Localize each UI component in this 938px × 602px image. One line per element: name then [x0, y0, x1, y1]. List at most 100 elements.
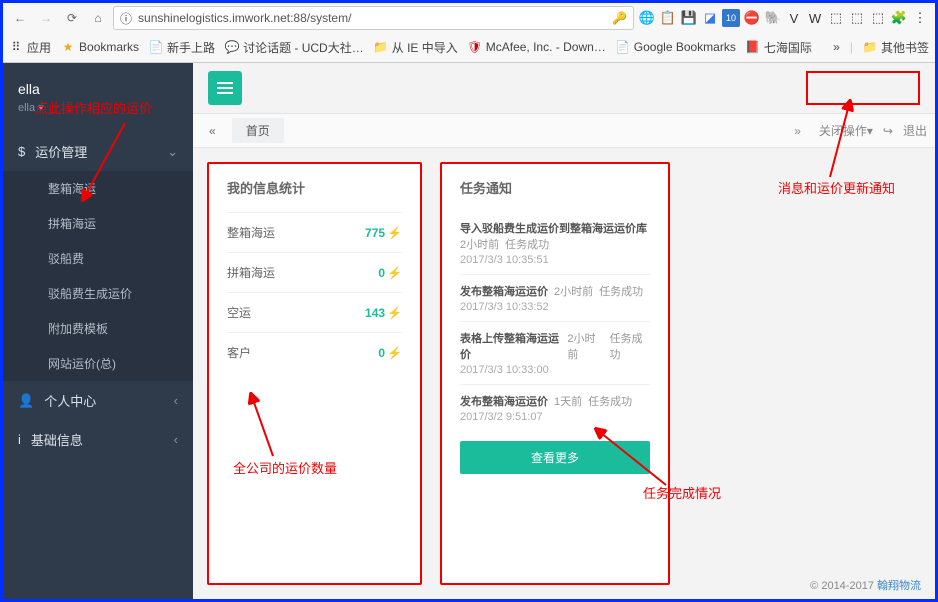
footer-link[interactable]: 翰翔物流: [877, 580, 921, 592]
stat-label: 客户: [227, 344, 251, 361]
home-button[interactable]: ⌂: [87, 7, 109, 29]
notice-panel: 任务通知 导入驳船费生成运价到整箱海运运价库 2小时前 任务成功 2017/3/…: [440, 162, 670, 585]
bookmark-item[interactable]: 📄Google Bookmarks: [616, 40, 736, 54]
extension-icons: 🌐 📋 💾 ◪ 10 ⛔ 🐘 V W ⬚ ⬚ ⬚ 🧩 ⋮: [638, 9, 929, 27]
menu-label: 个人中心: [44, 391, 96, 410]
user-name: ella: [18, 81, 178, 97]
menu-rate-management[interactable]: $ 运价管理 ⌄: [3, 132, 193, 171]
back-button[interactable]: ←: [9, 7, 31, 29]
notice-status: 任务成功: [609, 330, 650, 362]
stat-value: 0: [378, 266, 385, 280]
notice-time: 2017/3/3 10:35:51: [460, 254, 650, 266]
notice-text: 表格上传整箱海运运价: [460, 330, 561, 362]
ext-icon[interactable]: 🧩: [890, 9, 908, 27]
footer: © 2014-2017 翰翔物流: [810, 577, 921, 593]
sidebar-item-fcl[interactable]: 整箱海运: [3, 171, 193, 206]
notification-area[interactable]: [806, 71, 920, 105]
sidebar-item-barge-gen[interactable]: 驳船费生成运价: [3, 276, 193, 311]
notice-title: 任务通知: [460, 178, 650, 197]
key-icon[interactable]: 🔑: [612, 11, 627, 25]
bookmark-item[interactable]: ★Bookmarks: [61, 40, 139, 54]
exit-button[interactable]: 退出: [903, 122, 927, 139]
notice-item: 导入驳船费生成运价到整箱海运运价库 2小时前 任务成功 2017/3/3 10:…: [460, 212, 650, 274]
menu-label: 基础信息: [31, 430, 83, 449]
ext-icon[interactable]: ⬚: [827, 9, 845, 27]
bookmark-item[interactable]: 💬讨论话题 - UCD大社…: [225, 39, 364, 56]
stats-panel: 我的信息统计 整箱海运 775⚡ 拼箱海运 0⚡ 空运 143⚡ 客户: [207, 162, 422, 585]
bolt-icon: ⚡: [387, 226, 402, 240]
sidebar: ella ella ▾ $ 运价管理 ⌄ 整箱海运 拼箱海运 驳船费 驳船费生成…: [3, 63, 193, 599]
stat-value: 143: [365, 306, 385, 320]
sidebar-item-site-rate[interactable]: 网站运价(总): [3, 346, 193, 381]
notice-text: 发布整箱海运运价: [460, 283, 548, 299]
menu-icon[interactable]: ⋮: [911, 9, 929, 27]
ext-icon[interactable]: 📋: [659, 9, 677, 27]
menu-label: 运价管理: [35, 142, 87, 161]
bolt-icon: ⚡: [387, 266, 402, 280]
notice-time: 2017/3/3 10:33:52: [460, 301, 650, 313]
notice-item: 表格上传整箱海运运价2小时前任务成功 2017/3/3 10:33:00: [460, 321, 650, 384]
ext-icon[interactable]: 🐘: [764, 9, 782, 27]
ext-icon[interactable]: 💾: [680, 9, 698, 27]
ext-icon[interactable]: ⬚: [869, 9, 887, 27]
notice-status: 任务成功: [505, 236, 549, 252]
dollar-icon: $: [18, 144, 25, 159]
tab-home[interactable]: 首页: [232, 118, 284, 143]
chevron-left-icon: ‹: [174, 393, 178, 408]
chevron-left-icon: ‹: [174, 432, 178, 447]
tab-first-button[interactable]: «: [201, 121, 224, 141]
notice-text: 导入驳船费生成运价到整箱海运运价库: [460, 223, 647, 235]
hamburger-icon: [217, 82, 233, 94]
exit-icon: ↪: [883, 124, 893, 138]
user-block: ella ella ▾: [3, 63, 193, 132]
bookmark-item[interactable]: 📕七海国际: [746, 39, 812, 56]
url-input[interactable]: [138, 11, 606, 25]
sidebar-item-barge[interactable]: 驳船费: [3, 241, 193, 276]
ext-icon[interactable]: V: [785, 9, 803, 27]
notice-status: 任务成功: [588, 393, 632, 409]
tabbar: « 首页 » 关闭操作▾ ↪ 退出: [193, 113, 935, 148]
notice-item: 发布整箱海运运价2小时前任务成功 2017/3/3 10:33:52: [460, 274, 650, 321]
stat-row: 整箱海运 775⚡: [227, 212, 402, 252]
view-more-button[interactable]: 查看更多: [460, 441, 650, 474]
stat-value: 0: [378, 346, 385, 360]
menu-info[interactable]: i 基础信息 ‹: [3, 420, 193, 459]
site-info-icon[interactable]: ⓘ: [120, 10, 132, 27]
topbar: [193, 63, 935, 113]
stat-label: 拼箱海运: [227, 264, 275, 281]
notice-ago: 1天前: [554, 393, 582, 409]
tab-next-button[interactable]: »: [786, 121, 809, 141]
info-icon: i: [18, 432, 21, 447]
notice-status: 任务成功: [599, 283, 643, 299]
ext-icon[interactable]: ◪: [701, 9, 719, 27]
forward-button[interactable]: →: [35, 7, 57, 29]
ext-icon[interactable]: 10: [722, 9, 740, 27]
bookmark-item[interactable]: 📄新手上路: [149, 39, 215, 56]
hamburger-button[interactable]: [208, 71, 242, 105]
ext-icon[interactable]: 🌐: [638, 9, 656, 27]
user-dropdown[interactable]: ella ▾: [18, 101, 178, 114]
sidebar-item-lcl[interactable]: 拼箱海运: [3, 206, 193, 241]
notice-ago: 2小时前: [567, 330, 603, 362]
menu-personal[interactable]: 👤 个人中心 ‹: [3, 381, 193, 420]
tab-close-menu[interactable]: 关闭操作▾: [819, 122, 873, 139]
apps-shortcut[interactable]: ⠿应用: [9, 39, 51, 56]
notice-time: 2017/3/3 10:33:00: [460, 364, 650, 376]
stat-value: 775: [365, 226, 385, 240]
notice-item: 发布整箱海运运价1天前任务成功 2017/3/2 9:51:07: [460, 384, 650, 431]
chevron-down-icon: ⌄: [167, 144, 178, 160]
ext-icon[interactable]: ⬚: [848, 9, 866, 27]
stat-label: 整箱海运: [227, 224, 275, 241]
bookmark-folder[interactable]: 📁从 IE 中导入: [374, 39, 458, 56]
sidebar-item-surcharge[interactable]: 附加费模板: [3, 311, 193, 346]
reload-button[interactable]: ⟳: [61, 7, 83, 29]
bookmark-chevron[interactable]: »: [833, 40, 840, 54]
bookmark-item[interactable]: 🛡McAfee, Inc. - Down…: [468, 40, 606, 54]
address-bar[interactable]: ⓘ 🔑: [113, 6, 634, 30]
other-bookmarks[interactable]: 📁其他书签: [863, 39, 929, 56]
ext-icon[interactable]: W: [806, 9, 824, 27]
stats-title: 我的信息统计: [227, 178, 402, 197]
ext-icon[interactable]: ⛔: [743, 9, 761, 27]
stat-label: 空运: [227, 304, 251, 321]
content-area: 我的信息统计 整箱海运 775⚡ 拼箱海运 0⚡ 空运 143⚡ 客户: [193, 148, 935, 599]
